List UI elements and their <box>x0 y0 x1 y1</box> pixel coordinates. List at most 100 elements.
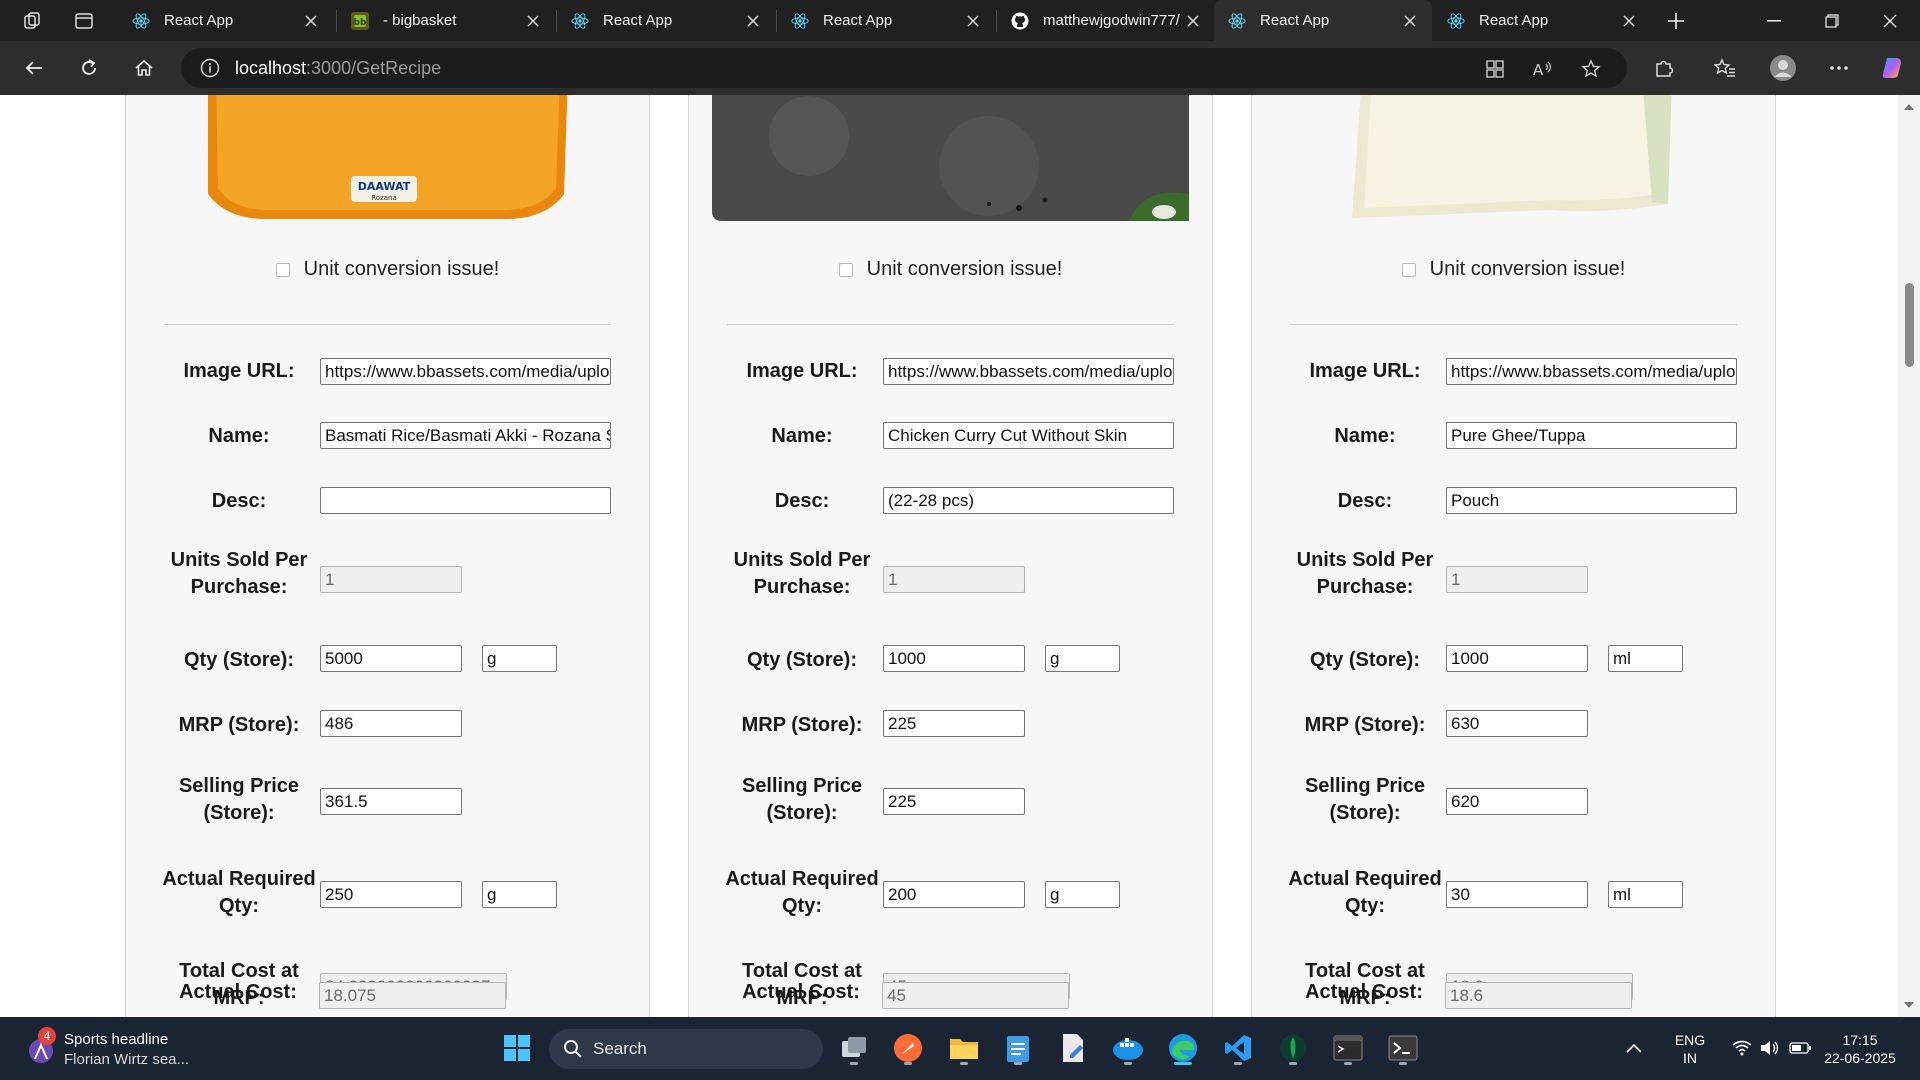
browser-tab[interactable]: React App <box>777 0 995 41</box>
close-icon[interactable] <box>961 9 985 33</box>
name-input[interactable]: Pure Ghee/Tuppa <box>1446 422 1737 449</box>
site-info-icon[interactable] <box>199 57 221 79</box>
mongodb-compass-icon[interactable] <box>1273 1028 1313 1068</box>
workspaces-icon[interactable] <box>14 6 50 36</box>
selling-price-input[interactable]: 361.5 <box>320 788 462 815</box>
actual-required-unit-input[interactable]: g <box>482 881 557 908</box>
qty-store-unit-input[interactable]: g <box>482 645 557 672</box>
qty-store-unit-input[interactable]: g <box>1045 645 1120 672</box>
edge-browser-icon[interactable] <box>1163 1028 1203 1068</box>
task-view-icon[interactable] <box>834 1028 874 1068</box>
extensions-icon[interactable] <box>1649 53 1679 83</box>
qty-store-input[interactable]: 5000 <box>320 645 462 672</box>
read-aloud-icon[interactable]: A <box>1531 57 1555 81</box>
selling-price-input[interactable]: 225 <box>883 788 1025 815</box>
close-icon[interactable] <box>1398 9 1422 33</box>
qty-store-input[interactable]: 1000 <box>1446 645 1588 672</box>
minimize-icon[interactable] <box>1745 0 1803 41</box>
docker-icon[interactable] <box>1108 1028 1148 1068</box>
app-available-icon[interactable] <box>1483 57 1507 81</box>
notepad-icon[interactable] <box>998 1028 1038 1068</box>
more-options-icon[interactable] <box>1824 53 1854 83</box>
actual-required-input[interactable]: 200 <box>883 881 1025 908</box>
close-window-icon[interactable] <box>1861 0 1919 41</box>
name-input[interactable]: Basmati Rice/Basmati Akki - Rozana S <box>320 422 611 449</box>
close-icon[interactable] <box>741 9 765 33</box>
desc-input[interactable]: (22-28 pcs) <box>883 487 1174 514</box>
unit-conversion-row: Unit conversion issue! <box>1252 258 1775 281</box>
start-windows-icon[interactable] <box>497 1028 537 1068</box>
unit-conversion-row: Unit conversion issue! <box>126 258 649 281</box>
image-url-input[interactable]: https://www.bbassets.com/media/uploa <box>1446 358 1737 385</box>
file-explorer-icon[interactable] <box>944 1028 984 1068</box>
url-text: localhost:3000/GetRecipe <box>235 58 441 79</box>
scrollbar-thumb[interactable] <box>1905 283 1914 367</box>
vertical-tabs-icon[interactable] <box>66 6 102 36</box>
actual-cost-label: Actual Cost: <box>1305 981 1423 1003</box>
mrp-store-input[interactable]: 486 <box>320 710 462 737</box>
scroll-up-arrow-icon[interactable] <box>1903 101 1915 113</box>
unit-conversion-checkbox[interactable] <box>275 262 290 277</box>
page-scrollbar[interactable] <box>1898 95 1920 1017</box>
desc-input[interactable]: Pouch <box>1446 487 1737 514</box>
widget-subtitle[interactable]: Florian Wirtz sea... <box>64 1051 189 1068</box>
favorites-icon[interactable] <box>1710 53 1740 83</box>
taskbar-search-box[interactable]: Search <box>549 1029 823 1069</box>
running-indicator <box>1234 1062 1242 1065</box>
image-url-input[interactable]: https://www.bbassets.com/media/uploa <box>883 358 1174 385</box>
language-line-2: IN <box>1683 1050 1697 1066</box>
running-indicator <box>1399 1062 1407 1065</box>
qty-store-input[interactable]: 1000 <box>883 645 1025 672</box>
restore-icon[interactable] <box>1803 0 1861 41</box>
close-icon[interactable] <box>1617 9 1641 33</box>
desc-input[interactable] <box>320 487 611 514</box>
new-tab-plus-icon[interactable] <box>1658 6 1694 36</box>
image-url-label: Image URL: <box>746 360 858 382</box>
name-input[interactable]: Chicken Curry Cut Without Skin <box>883 422 1174 449</box>
browser-tab[interactable]: React App <box>557 0 775 41</box>
terminal-icon[interactable] <box>1328 1028 1368 1068</box>
image-url-input[interactable]: https://www.bbassets.com/media/uploa <box>320 358 611 385</box>
unit-conversion-checkbox[interactable] <box>838 262 853 277</box>
clock[interactable]: 17:15 22-06-2025 <box>1810 1031 1910 1067</box>
browser-tab[interactable]: React App <box>1433 0 1651 41</box>
vscode-icon[interactable] <box>1218 1028 1258 1068</box>
home-icon[interactable] <box>126 51 162 85</box>
unit-conversion-checkbox[interactable] <box>1401 262 1416 277</box>
actual-required-unit-input[interactable]: g <box>1045 881 1120 908</box>
actual-required-input[interactable]: 250 <box>320 881 462 908</box>
browser-tab[interactable]: matthewjgodwin777/ <box>997 0 1215 41</box>
favorite-star-icon[interactable] <box>1579 57 1603 81</box>
qty-store-unit-input[interactable]: ml <box>1608 645 1683 672</box>
actual-required-unit-input[interactable]: ml <box>1608 881 1683 908</box>
back-arrow-icon[interactable] <box>16 51 52 85</box>
browser-tab[interactable]: React App <box>118 0 333 41</box>
powershell-icon[interactable] <box>1383 1028 1423 1068</box>
widget-title[interactable]: Sports headline <box>64 1031 168 1048</box>
close-icon[interactable] <box>1181 9 1205 33</box>
language-indicator[interactable]: ENG IN <box>1668 1031 1712 1067</box>
mrp-store-input[interactable]: 225 <box>883 710 1025 737</box>
document-editor-icon[interactable] <box>1053 1028 1093 1068</box>
copilot-icon[interactable] <box>1877 53 1907 83</box>
name-label: Name: <box>1334 425 1396 447</box>
postman-icon[interactable] <box>888 1028 928 1068</box>
windows-taskbar: 4 Sports headline Florian Wirtz sea... S… <box>0 1017 1920 1080</box>
browser-tab-active[interactable]: React App <box>1214 0 1432 41</box>
scroll-down-arrow-icon[interactable] <box>1903 999 1915 1011</box>
react-icon <box>1447 12 1465 30</box>
mrp-store-input[interactable]: 630 <box>1446 710 1588 737</box>
chevron-up-icon[interactable] <box>1614 1028 1654 1068</box>
actual-required-input[interactable]: 30 <box>1446 881 1588 908</box>
brand-logo-text: DAAWAT <box>358 180 411 193</box>
bigbasket-icon: bb <box>351 11 369 30</box>
unit-conversion-label: Unit conversion issue! <box>866 258 1063 280</box>
close-icon[interactable] <box>299 9 323 33</box>
running-indicator <box>850 1062 858 1065</box>
address-bar[interactable]: localhost:3000/GetRecipe A <box>181 48 1627 88</box>
selling-price-input[interactable]: 620 <box>1446 788 1588 815</box>
refresh-icon[interactable] <box>71 51 107 85</box>
profile-avatar-icon[interactable] <box>1768 53 1798 83</box>
browser-tab[interactable]: bb - bigbasket <box>337 0 555 41</box>
close-icon[interactable] <box>521 9 545 33</box>
